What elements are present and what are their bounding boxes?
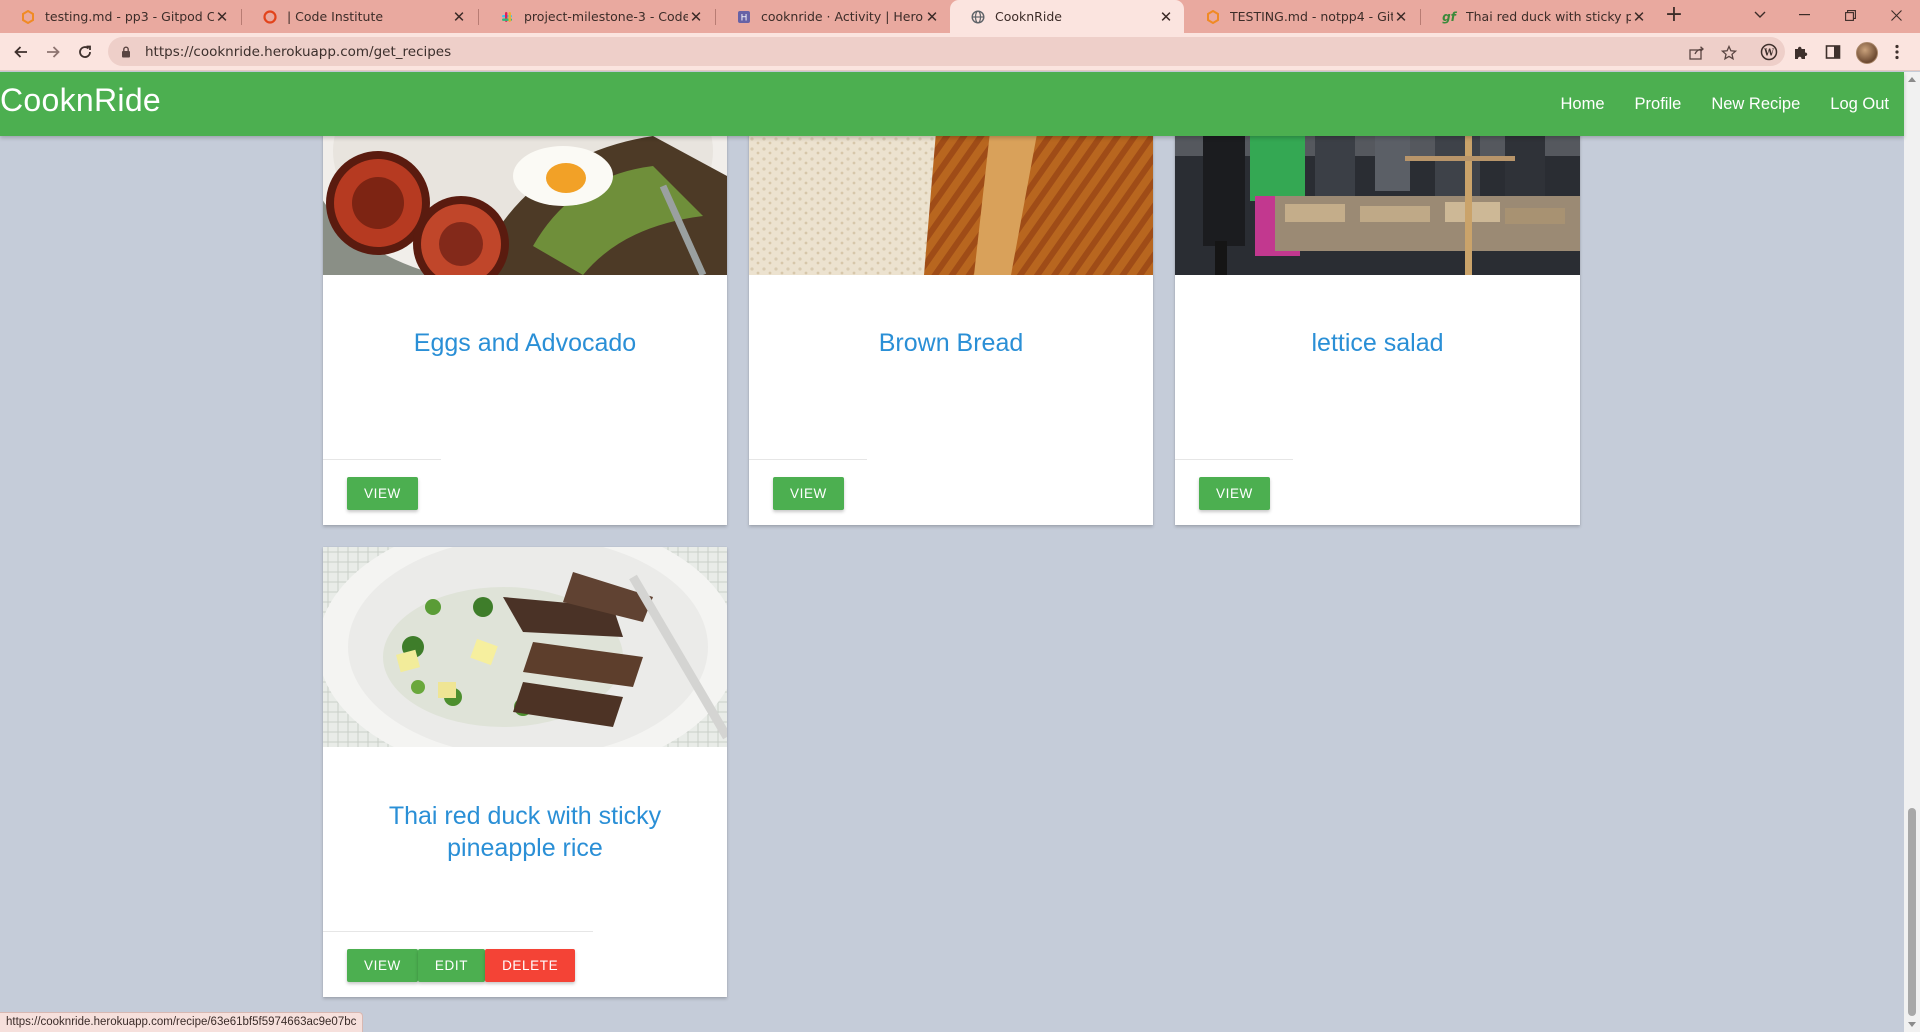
nav-link-profile[interactable]: Profile	[1620, 95, 1697, 114]
recipe-title[interactable]: Thai red duck with sticky pineapple rice	[343, 800, 707, 864]
address-bar[interactable]: https://cooknride.herokuapp.com/get_reci…	[108, 37, 1785, 66]
forward-arrow-icon[interactable]	[40, 40, 66, 64]
browser-tab-3[interactable]: project-milestone-3 - Code Insti ✕	[479, 0, 714, 33]
recipe-card: Brown Bread VIEW	[749, 96, 1153, 525]
close-icon[interactable]: ✕	[1393, 8, 1409, 26]
browser-tab-strip: testing.md - pp3 - Gitpod Code ✕ | Code …	[0, 0, 1920, 33]
recipe-title[interactable]: lettice salad	[1195, 327, 1560, 359]
profile-avatar[interactable]	[1856, 42, 1878, 64]
recipe-card: lettice salad VIEW	[1175, 96, 1580, 525]
delete-button[interactable]: DELETE	[485, 949, 576, 982]
scroll-down-icon[interactable]	[1908, 1022, 1916, 1027]
menu-dots-icon[interactable]	[1886, 41, 1908, 63]
browser-tab-6[interactable]: TESTING.md - notpp4 - Gitpod C ✕	[1185, 0, 1419, 33]
tab-search-icon[interactable]	[1737, 0, 1783, 30]
browser-tab-title: CooknRide	[995, 9, 1062, 24]
gitpod-icon	[20, 9, 36, 25]
close-icon[interactable]: ✕	[451, 8, 467, 26]
view-button[interactable]: VIEW	[347, 949, 418, 982]
browser-tab-5-active[interactable]: CooknRide ✕	[950, 0, 1184, 33]
bookmark-star-icon[interactable]	[1719, 44, 1739, 62]
heroku-icon: H	[736, 9, 752, 25]
browser-tab-2[interactable]: | Code Institute ✕	[242, 0, 477, 33]
minimize-icon[interactable]	[1781, 0, 1827, 30]
nav-link-home[interactable]: Home	[1546, 95, 1620, 114]
wordpress-extension-icon[interactable]: W	[1758, 41, 1780, 63]
gitpod-icon	[1205, 9, 1221, 25]
browser-tab-1[interactable]: testing.md - pp3 - Gitpod Code ✕	[0, 0, 240, 33]
duck-salad-image	[323, 547, 727, 747]
link-status-bubble: https://cooknride.herokuapp.com/recipe/6…	[0, 1012, 364, 1032]
browser-toolbar: https://cooknride.herokuapp.com/get_reci…	[0, 33, 1920, 71]
browser-tab-7[interactable]: gf Thai red duck with sticky pineap ✕	[1421, 0, 1657, 33]
site-navbar: CooknRide Home Profile New Recipe Log Ou…	[0, 72, 1904, 136]
scroll-up-icon[interactable]	[1908, 77, 1916, 82]
card-divider	[1175, 459, 1293, 460]
browser-tab-title: project-milestone-3 - Code Insti	[524, 9, 688, 24]
recipe-card: Thai red duck with sticky pineapple rice…	[323, 547, 727, 997]
svg-text:H: H	[741, 13, 748, 23]
card-actions: VIEW	[773, 477, 844, 510]
close-icon[interactable]: ✕	[1631, 8, 1647, 26]
restore-icon[interactable]	[1827, 0, 1873, 30]
close-icon[interactable]: ✕	[688, 8, 704, 26]
lock-icon[interactable]	[119, 46, 133, 58]
card-divider	[323, 931, 593, 932]
browser-tab-title: testing.md - pp3 - Gitpod Code	[45, 9, 214, 24]
nav-link-new-recipe[interactable]: New Recipe	[1696, 95, 1815, 114]
site-brand-logo[interactable]: CooknRide	[0, 82, 161, 119]
view-button[interactable]: VIEW	[1199, 477, 1270, 510]
browser-tab-title: | Code Institute	[287, 9, 384, 24]
edit-button[interactable]: EDIT	[417, 949, 486, 982]
globe-icon	[970, 9, 986, 25]
browser-tab-title: cooknride · Activity | Heroku	[761, 9, 924, 24]
page-scrollbar[interactable]	[1904, 72, 1920, 1032]
card-divider	[323, 459, 441, 460]
close-icon[interactable]: ✕	[214, 8, 230, 26]
browser-tab-4[interactable]: H cooknride · Activity | Heroku ✕	[716, 0, 950, 33]
new-tab-button[interactable]: +	[1661, 3, 1687, 29]
nav-links: Home Profile New Recipe Log Out	[1546, 72, 1904, 136]
back-arrow-icon[interactable]	[8, 40, 34, 64]
browser-tab-title: Thai red duck with sticky pineap	[1466, 9, 1631, 24]
reload-icon[interactable]	[72, 40, 98, 64]
code-institute-icon	[262, 9, 278, 25]
side-panel-icon[interactable]	[1822, 41, 1844, 63]
close-window-icon[interactable]	[1873, 0, 1919, 30]
card-actions: VIEW	[347, 477, 418, 510]
scrollbar-thumb[interactable]	[1908, 808, 1916, 1016]
view-button[interactable]: VIEW	[773, 477, 844, 510]
recipe-title[interactable]: Brown Bread	[769, 327, 1133, 359]
share-icon[interactable]	[1687, 44, 1707, 62]
goodfood-icon: gf	[1442, 9, 1456, 24]
nav-link-log-out[interactable]: Log Out	[1815, 95, 1904, 114]
svg-text:W: W	[1763, 49, 1775, 59]
card-divider	[749, 459, 867, 460]
recipe-card: Eggs and Advocado VIEW	[323, 96, 727, 525]
address-url[interactable]: https://cooknride.herokuapp.com/get_reci…	[145, 44, 451, 60]
view-button[interactable]: VIEW	[347, 477, 418, 510]
card-actions: VIEW	[1199, 477, 1270, 510]
extensions-puzzle-icon[interactable]	[1790, 41, 1812, 63]
close-icon[interactable]: ✕	[1158, 8, 1174, 26]
close-icon[interactable]: ✕	[924, 8, 940, 26]
slack-icon	[499, 9, 515, 25]
recipe-title[interactable]: Eggs and Advocado	[343, 327, 707, 359]
card-actions: VIEW EDIT DELETE	[347, 949, 576, 982]
browser-tab-title: TESTING.md - notpp4 - Gitpod C	[1230, 9, 1393, 24]
